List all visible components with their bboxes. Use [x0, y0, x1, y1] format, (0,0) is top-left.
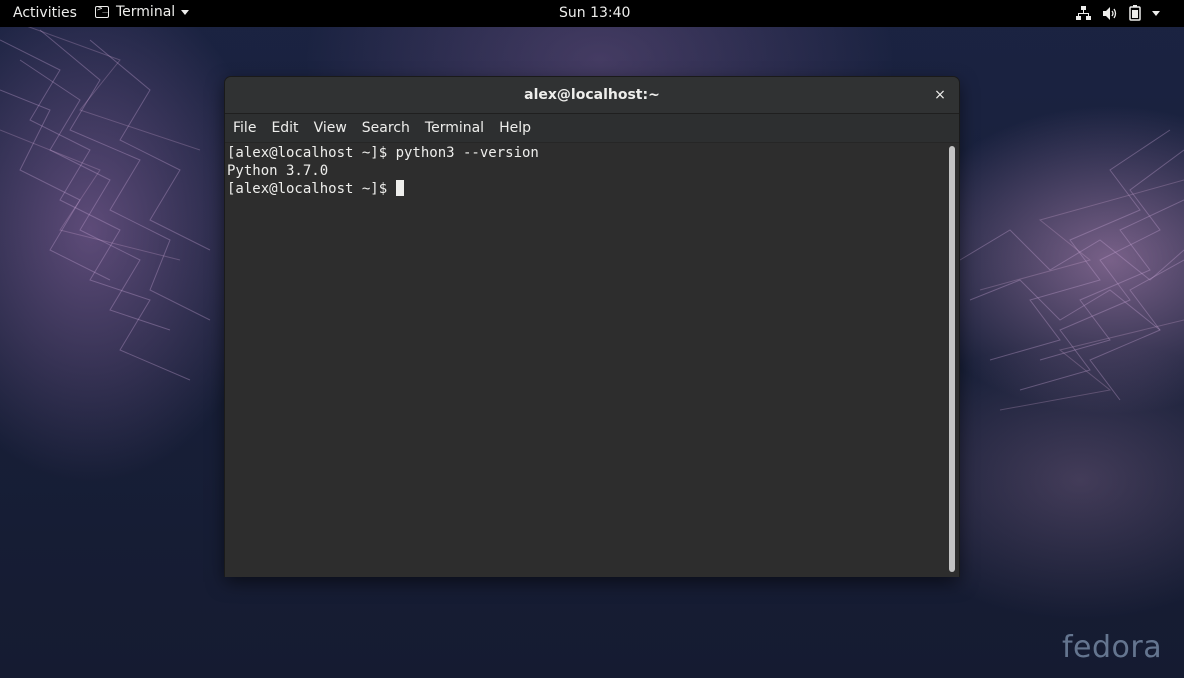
window-titlebar[interactable]: alex@localhost:~ ×: [225, 77, 959, 114]
terminal-text: [alex@localhost ~]$ python3 --version Py…: [227, 144, 539, 198]
terminal-line: [alex@localhost ~]$ python3 --version: [227, 145, 539, 161]
terminal-app-icon: >_: [95, 4, 109, 18]
app-menu-label: Terminal: [116, 4, 176, 20]
activities-button[interactable]: Activities: [13, 5, 77, 21]
menu-help[interactable]: Help: [499, 120, 531, 136]
fedora-logo: fedora: [1062, 630, 1163, 665]
scrollbar[interactable]: [946, 144, 958, 574]
system-menu[interactable]: [1076, 5, 1160, 21]
menu-terminal[interactable]: Terminal: [425, 120, 484, 136]
menu-bar: File Edit View Search Terminal Help: [225, 114, 959, 142]
system-menu-arrow-icon: [1152, 11, 1160, 16]
network-icon: [1076, 5, 1091, 20]
terminal-prompt-line: [alex@localhost ~]$: [227, 181, 396, 197]
scrollbar-thumb[interactable]: [949, 146, 955, 572]
window-title: alex@localhost:~: [524, 87, 660, 103]
clock[interactable]: Sun 13:40: [559, 5, 630, 21]
terminal-window: alex@localhost:~ × File Edit View Search…: [225, 77, 959, 577]
menu-edit[interactable]: Edit: [271, 120, 298, 136]
menu-file[interactable]: File: [233, 120, 256, 136]
close-button[interactable]: ×: [931, 86, 949, 104]
volume-icon: [1103, 6, 1117, 20]
chevron-down-icon: [181, 9, 190, 15]
terminal-output[interactable]: [alex@localhost ~]$ python3 --version Py…: [225, 142, 959, 577]
text-cursor: [395, 180, 404, 196]
terminal-line: Python 3.7.0: [227, 163, 329, 179]
menu-view[interactable]: View: [314, 120, 347, 136]
app-menu-button[interactable]: >_ Terminal: [95, 4, 190, 20]
menu-search[interactable]: Search: [362, 120, 410, 136]
battery-icon: [1129, 5, 1141, 21]
top-bar: Activities >_ Terminal Sun 13:40: [0, 0, 1184, 27]
